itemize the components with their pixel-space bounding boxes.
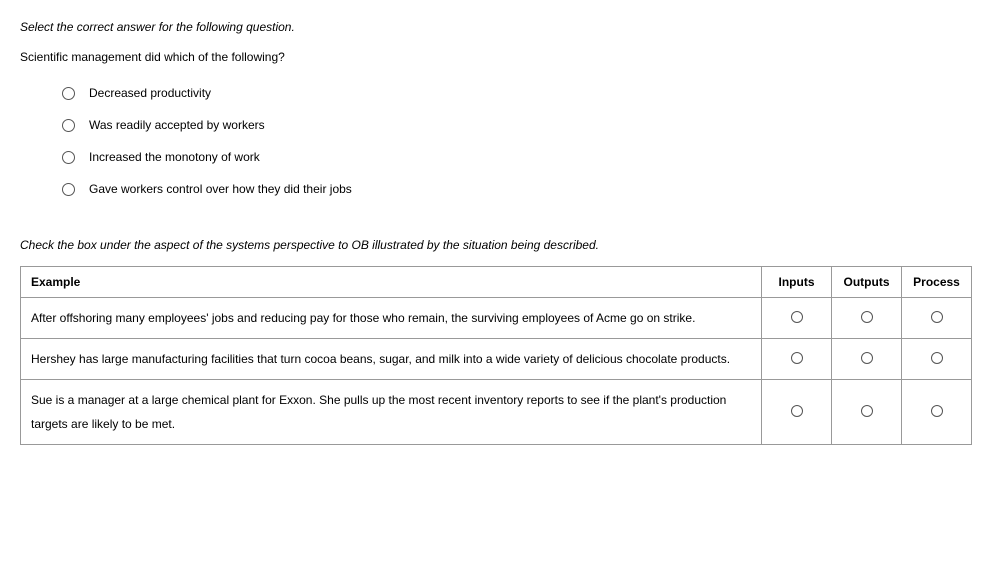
example-text: Hershey has large manufacturing faciliti… (21, 339, 762, 380)
option-label: Increased the monotony of work (89, 150, 260, 164)
radio-icon[interactable] (62, 87, 75, 100)
radio-icon[interactable] (791, 352, 803, 364)
header-outputs: Outputs (832, 267, 902, 298)
q1-instruction: Select the correct answer for the follow… (20, 20, 970, 34)
q2-instruction: Check the box under the aspect of the sy… (20, 238, 970, 252)
header-process: Process (902, 267, 972, 298)
radio-icon[interactable] (62, 151, 75, 164)
radio-icon[interactable] (931, 311, 943, 323)
radio-icon[interactable] (861, 405, 873, 417)
q2-matrix-table: Example Inputs Outputs Process After off… (20, 266, 972, 445)
radio-icon[interactable] (931, 405, 943, 417)
example-text: After offshoring many employees' jobs an… (21, 298, 762, 339)
radio-icon[interactable] (861, 311, 873, 323)
matrix-header-row: Example Inputs Outputs Process (21, 267, 972, 298)
example-text: Sue is a manager at a large chemical pla… (21, 380, 762, 445)
radio-icon[interactable] (931, 352, 943, 364)
radio-icon[interactable] (791, 405, 803, 417)
q1-option-3[interactable]: Gave workers control over how they did t… (62, 182, 970, 196)
q1-options: Decreased productivity Was readily accep… (62, 86, 970, 196)
q1-option-0[interactable]: Decreased productivity (62, 86, 970, 100)
matrix-row-0: After offshoring many employees' jobs an… (21, 298, 972, 339)
q1-option-1[interactable]: Was readily accepted by workers (62, 118, 970, 132)
option-label: Was readily accepted by workers (89, 118, 265, 132)
option-label: Decreased productivity (89, 86, 211, 100)
option-label: Gave workers control over how they did t… (89, 182, 352, 196)
radio-icon[interactable] (62, 183, 75, 196)
header-inputs: Inputs (762, 267, 832, 298)
matrix-row-2: Sue is a manager at a large chemical pla… (21, 380, 972, 445)
radio-icon[interactable] (62, 119, 75, 132)
q1-stem: Scientific management did which of the f… (20, 50, 970, 64)
radio-icon[interactable] (791, 311, 803, 323)
header-example: Example (21, 267, 762, 298)
radio-icon[interactable] (861, 352, 873, 364)
q1-option-2[interactable]: Increased the monotony of work (62, 150, 970, 164)
matrix-row-1: Hershey has large manufacturing faciliti… (21, 339, 972, 380)
